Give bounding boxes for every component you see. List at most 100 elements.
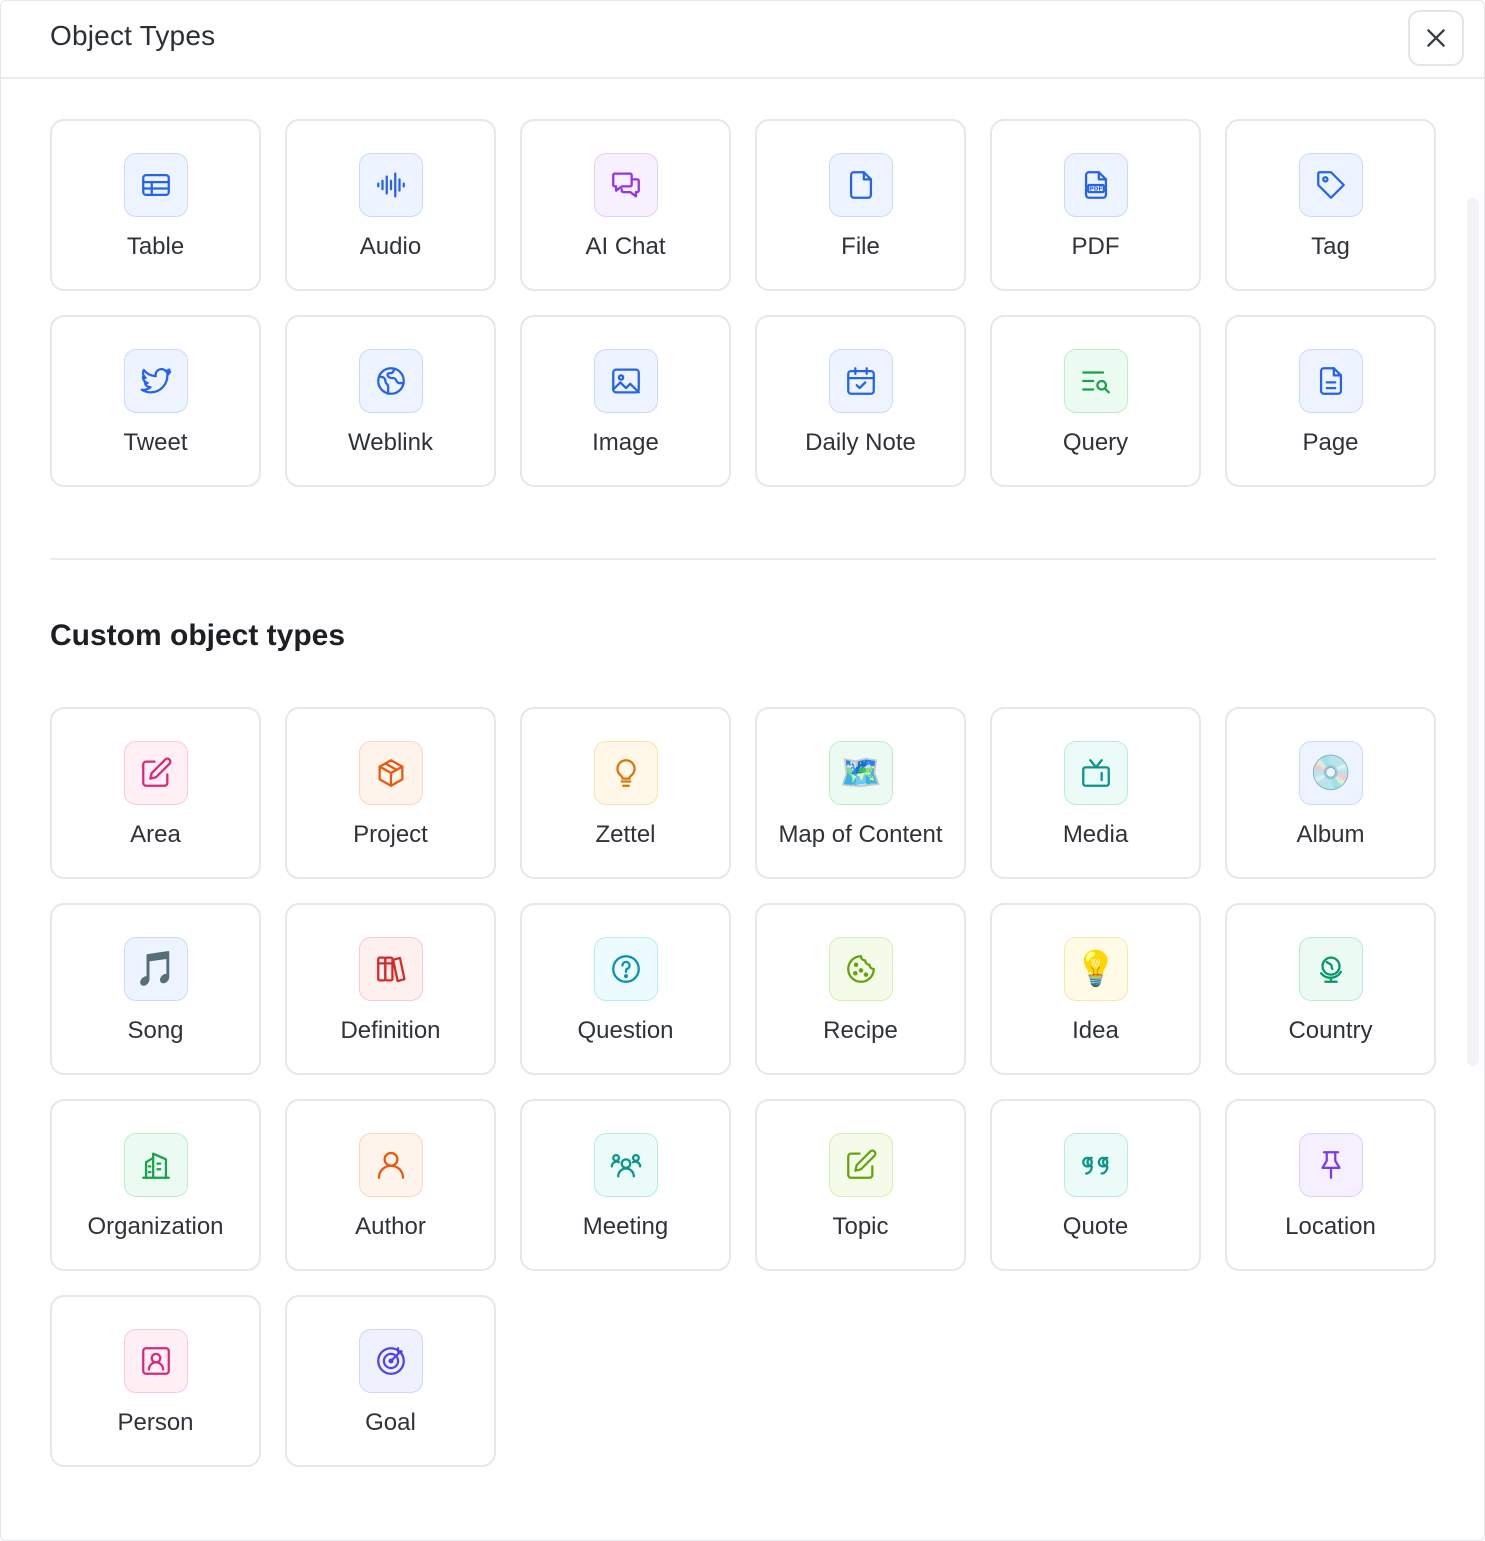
type-card-label: Definition — [340, 1017, 441, 1044]
type-card-person[interactable]: Person — [50, 1295, 261, 1467]
type-card-author[interactable]: Author — [285, 1099, 496, 1271]
type-card-label: Song — [127, 1017, 184, 1044]
type-card-media[interactable]: Media — [990, 707, 1201, 879]
object-types-modal: Object Types Table Audio AI Chat File PDF PDF… — [0, 0, 1485, 1541]
music-note-emoji-icon-glyph: 🎵 — [134, 949, 178, 989]
type-card-label: PDF — [1071, 233, 1120, 260]
type-card-label: Location — [1285, 1213, 1376, 1240]
type-card-label: Zettel — [595, 821, 656, 848]
scrollbar-thumb[interactable] — [1467, 198, 1479, 1066]
globe-stand-icon — [1299, 937, 1363, 1001]
type-card-meeting[interactable]: Meeting — [520, 1099, 731, 1271]
type-card-label: AI Chat — [585, 233, 666, 260]
type-card-label: Country — [1288, 1017, 1373, 1044]
custom-types-grid: Area Project Zettel 🗺️ Map of Content Media 💿 A… — [50, 707, 1436, 1467]
type-card-label: Media — [1062, 821, 1129, 848]
search-list-icon — [1064, 349, 1128, 413]
type-card-label: Query — [1062, 429, 1129, 456]
close-button[interactable] — [1408, 10, 1464, 66]
twitter-bird-icon — [124, 349, 188, 413]
type-card-label: Question — [577, 1017, 674, 1044]
custom-types-heading: Custom object types — [50, 619, 346, 652]
lightbulb-emoji-icon-glyph: 💡 — [1074, 949, 1118, 989]
globe-icon — [359, 349, 423, 413]
type-card-label: Area — [130, 821, 181, 848]
package-icon — [359, 741, 423, 805]
cookie-icon — [829, 937, 893, 1001]
type-card-label: Tag — [1311, 233, 1350, 260]
file-icon — [829, 153, 893, 217]
type-card-goal[interactable]: Goal — [285, 1295, 496, 1467]
type-card-label: Map of Content — [778, 821, 943, 848]
type-card-organization[interactable]: Organization — [50, 1099, 261, 1271]
type-card-label: Image — [592, 429, 659, 456]
type-card-pdf[interactable]: PDF PDF — [990, 119, 1201, 291]
type-card-label: Organization — [87, 1213, 224, 1240]
modal-title: Object Types — [50, 20, 216, 51]
type-card-audio[interactable]: Audio — [285, 119, 496, 291]
type-card-location[interactable]: Location — [1225, 1099, 1436, 1271]
type-card-table[interactable]: Table — [50, 119, 261, 291]
type-card-definition[interactable]: Definition — [285, 903, 496, 1075]
type-card-label: Author — [355, 1213, 426, 1240]
svg-text:PDF: PDF — [1090, 187, 1103, 193]
building-icon — [124, 1133, 188, 1197]
chat-icon — [594, 153, 658, 217]
type-card-daily-note[interactable]: Daily Note — [755, 315, 966, 487]
type-card-project[interactable]: Project — [285, 707, 496, 879]
edit-square-icon — [829, 1133, 893, 1197]
users-group-icon — [594, 1133, 658, 1197]
type-card-label: File — [841, 233, 880, 260]
tag-icon — [1299, 153, 1363, 217]
type-card-label: Person — [117, 1409, 194, 1436]
contact-icon — [124, 1329, 188, 1393]
type-card-tweet[interactable]: Tweet — [50, 315, 261, 487]
type-card-label: Quote — [1062, 1213, 1129, 1240]
quote-icon — [1064, 1133, 1128, 1197]
music-note-emoji-icon: 🎵 — [124, 937, 188, 1001]
type-card-song[interactable]: 🎵 Song — [50, 903, 261, 1075]
type-card-query[interactable]: Query — [990, 315, 1201, 487]
type-card-topic[interactable]: Topic — [755, 1099, 966, 1271]
builtin-types-grid: Table Audio AI Chat File PDF PDF Tag Tweet Webli… — [50, 119, 1436, 487]
type-card-question[interactable]: Question — [520, 903, 731, 1075]
type-card-label: Project — [353, 821, 428, 848]
cd-emoji-icon: 💿 — [1299, 741, 1363, 805]
type-card-area[interactable]: Area — [50, 707, 261, 879]
type-card-tag[interactable]: Tag — [1225, 119, 1436, 291]
calendar-check-icon — [829, 349, 893, 413]
page-icon — [1299, 349, 1363, 413]
modal-header: Object Types — [1, 1, 1484, 79]
type-card-page[interactable]: Page — [1225, 315, 1436, 487]
books-icon — [359, 937, 423, 1001]
edit-square-icon — [124, 741, 188, 805]
type-card-label: Album — [1296, 821, 1365, 848]
question-circle-icon — [594, 937, 658, 1001]
type-card-album[interactable]: 💿 Album — [1225, 707, 1436, 879]
type-card-image[interactable]: Image — [520, 315, 731, 487]
type-card-label: Page — [1302, 429, 1359, 456]
type-card-zettel[interactable]: Zettel — [520, 707, 731, 879]
tv-icon — [1064, 741, 1128, 805]
type-card-quote[interactable]: Quote — [990, 1099, 1201, 1271]
audio-waveform-icon — [359, 153, 423, 217]
type-card-label: Recipe — [823, 1017, 898, 1044]
type-card-recipe[interactable]: Recipe — [755, 903, 966, 1075]
type-card-label: Goal — [365, 1409, 416, 1436]
type-card-label: Meeting — [582, 1213, 669, 1240]
type-card-label: Weblink — [348, 429, 433, 456]
map-emoji-icon-glyph: 🗺️ — [839, 753, 883, 793]
map-emoji-icon: 🗺️ — [829, 741, 893, 805]
pin-icon — [1299, 1133, 1363, 1197]
type-card-ai-chat[interactable]: AI Chat — [520, 119, 731, 291]
type-card-label: Idea — [1072, 1017, 1119, 1044]
type-card-map-of-content[interactable]: 🗺️ Map of Content — [755, 707, 966, 879]
type-card-label: Daily Note — [805, 429, 916, 456]
type-card-label: Table — [126, 233, 185, 260]
type-card-label: Tweet — [123, 429, 188, 456]
type-card-weblink[interactable]: Weblink — [285, 315, 496, 487]
type-card-country[interactable]: Country — [1225, 903, 1436, 1075]
type-card-idea[interactable]: 💡 Idea — [990, 903, 1201, 1075]
type-card-file[interactable]: File — [755, 119, 966, 291]
type-card-label: Topic — [832, 1213, 889, 1240]
